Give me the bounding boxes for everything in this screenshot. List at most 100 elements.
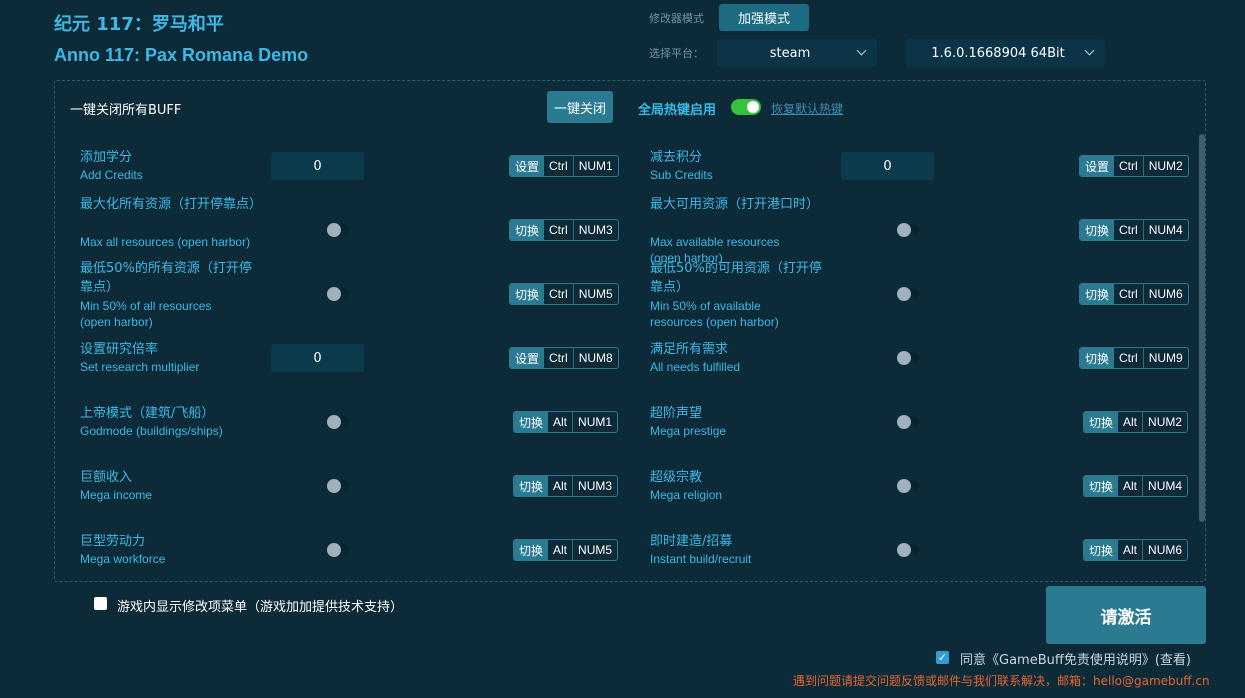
hotkey-group: 切换 Ctrl NUM6 (1079, 283, 1189, 305)
hotkey-modifier[interactable]: Ctrl (1114, 220, 1143, 240)
hotkey-modifier[interactable]: Ctrl (1114, 284, 1143, 304)
hotkey-modifier[interactable]: Ctrl (544, 156, 573, 176)
hotkey-group: 设置 Ctrl NUM1 (509, 155, 619, 177)
option-label-en: Instant build/recruit (650, 552, 752, 566)
toggle-button[interactable]: 切换 (514, 412, 549, 432)
hotkey-group: 切换 Alt NUM6 (1083, 539, 1189, 561)
option-toggle[interactable] (897, 223, 919, 237)
platform-select[interactable]: steam (717, 39, 877, 67)
option-toggle[interactable] (327, 479, 349, 493)
hotkey-key[interactable]: NUM4 (1142, 476, 1187, 496)
toggle-button[interactable]: 切换 (1080, 220, 1115, 240)
option-toggle[interactable] (327, 287, 349, 301)
option-toggle[interactable] (327, 543, 349, 557)
hotkey-key[interactable]: NUM6 (1142, 540, 1187, 560)
hotkey-modifier[interactable]: Ctrl (544, 284, 573, 304)
hotkey-modifier[interactable]: Alt (548, 412, 572, 432)
value-input[interactable]: 0 (841, 152, 934, 180)
option-label-cn: 即时建造/招募 (650, 534, 733, 549)
hotkey-modifier[interactable]: Alt (1118, 476, 1142, 496)
hotkey-key[interactable]: NUM3 (572, 220, 618, 240)
option-label-cn: 超阶声望 (650, 406, 703, 421)
option-label-cn: 最低50%的所有资源（打开停靠点） (80, 261, 252, 295)
hotkey-key[interactable]: NUM5 (572, 540, 617, 560)
option-label-cn: 最大化所有资源（打开停靠点） (80, 197, 263, 212)
hotkey-modifier[interactable]: Alt (548, 476, 572, 496)
scrollbar[interactable] (1199, 134, 1205, 522)
option-toggle[interactable] (897, 415, 919, 429)
activate-button[interactable]: 请激活 (1046, 586, 1206, 644)
agree-label[interactable]: 同意《GameBuff免责使用说明》(查看) (960, 649, 1191, 668)
toggle-button[interactable]: 切换 (1084, 476, 1119, 496)
option-label-cn: 巨额收入 (80, 470, 133, 485)
value-input[interactable]: 0 (271, 152, 364, 180)
toggle-button[interactable]: 切换 (1084, 540, 1119, 560)
hotkey-modifier[interactable]: Ctrl (544, 348, 573, 368)
toggle-knob (897, 351, 911, 365)
toggle-button[interactable]: 切换 (1080, 284, 1115, 304)
version-select[interactable]: 1.6.0.1668904 64Bit (905, 39, 1105, 67)
hotkey-key[interactable]: NUM8 (572, 348, 618, 368)
hotkey-key[interactable]: NUM2 (1142, 412, 1187, 432)
option-label-en: Mega income (80, 488, 153, 502)
chevron-down-icon (1084, 45, 1095, 56)
mode-button[interactable]: 加强模式 (719, 4, 809, 31)
toggle-button[interactable]: 切换 (514, 476, 549, 496)
hotkey-modifier[interactable]: Alt (548, 540, 572, 560)
option-label-en: Add Credits (80, 168, 143, 182)
option-toggle[interactable] (897, 543, 919, 557)
toggle-knob (747, 101, 759, 113)
option-label-en: Mega prestige (650, 424, 727, 438)
global-hotkey-toggle[interactable] (731, 99, 761, 115)
hotkey-key[interactable]: NUM6 (1142, 284, 1188, 304)
set-button[interactable]: 设置 (1080, 156, 1115, 176)
option-toggle[interactable] (327, 223, 349, 237)
hotkey-group: 切换 Ctrl NUM5 (509, 283, 619, 305)
toggle-button[interactable]: 切换 (1084, 412, 1119, 432)
hotkey-modifier[interactable]: Alt (1118, 412, 1142, 432)
toggle-button[interactable]: 切换 (514, 540, 549, 560)
hotkey-key[interactable]: NUM2 (1142, 156, 1188, 176)
global-hotkey-label: 全局热键启用 (638, 103, 717, 118)
contact-text: 遇到问题请提交问题反馈或邮件与我们联系解决，邮箱：hello@gamebuff.… (793, 674, 1210, 688)
agree-checkbox[interactable]: ✓ (936, 651, 949, 664)
hotkey-modifier[interactable]: Ctrl (544, 220, 573, 240)
set-button[interactable]: 设置 (510, 156, 545, 176)
toggle-knob (897, 287, 911, 301)
reset-hotkeys-link[interactable]: 恢复默认热键 (771, 100, 843, 117)
option-label-cn: 最低50%的可用资源（打开停靠点） (650, 261, 822, 295)
option-label-cn: 巨型劳动力 (80, 534, 146, 549)
hotkey-group: 切换 Alt NUM4 (1083, 475, 1189, 497)
option-label-cn: 满足所有需求 (650, 342, 729, 357)
ingame-menu-checkbox[interactable] (94, 597, 107, 610)
toggle-button[interactable]: 切换 (510, 220, 545, 240)
hotkey-group: 切换 Alt NUM5 (513, 539, 619, 561)
close-all-button[interactable]: 一键关闭 (547, 91, 613, 123)
hotkey-key[interactable]: NUM1 (572, 412, 617, 432)
option-toggle[interactable] (897, 287, 919, 301)
option-label-en: Godmode (buildings/ships) (80, 424, 223, 438)
hotkey-key[interactable]: NUM3 (572, 476, 617, 496)
chevron-down-icon (856, 45, 867, 56)
hotkey-modifier[interactable]: Alt (1118, 540, 1142, 560)
set-button[interactable]: 设置 (510, 348, 545, 368)
option-toggle[interactable] (327, 415, 349, 429)
hotkey-key[interactable]: NUM9 (1142, 348, 1188, 368)
ingame-menu-label: 游戏内显示修改项菜单（游戏加加提供技术支持） (117, 600, 404, 615)
hotkey-group: 切换 Alt NUM2 (1083, 411, 1189, 433)
toggle-button[interactable]: 切换 (1080, 348, 1115, 368)
hotkey-group: 设置 Ctrl NUM8 (509, 347, 619, 369)
value-input[interactable]: 0 (271, 344, 364, 372)
option-label-en: Mega religion (650, 488, 723, 502)
hotkey-modifier[interactable]: Ctrl (1114, 156, 1143, 176)
version-value: 1.6.0.1668904 64Bit (931, 45, 1065, 61)
title-cn: 纪元 117：罗马和平 (54, 14, 224, 35)
toggle-button[interactable]: 切换 (510, 284, 545, 304)
option-label-en: Set research multiplier (80, 360, 200, 374)
hotkey-key[interactable]: NUM1 (572, 156, 618, 176)
hotkey-key[interactable]: NUM5 (572, 284, 618, 304)
option-toggle[interactable] (897, 479, 919, 493)
hotkey-modifier[interactable]: Ctrl (1114, 348, 1143, 368)
option-toggle[interactable] (897, 351, 919, 365)
hotkey-key[interactable]: NUM4 (1142, 220, 1188, 240)
